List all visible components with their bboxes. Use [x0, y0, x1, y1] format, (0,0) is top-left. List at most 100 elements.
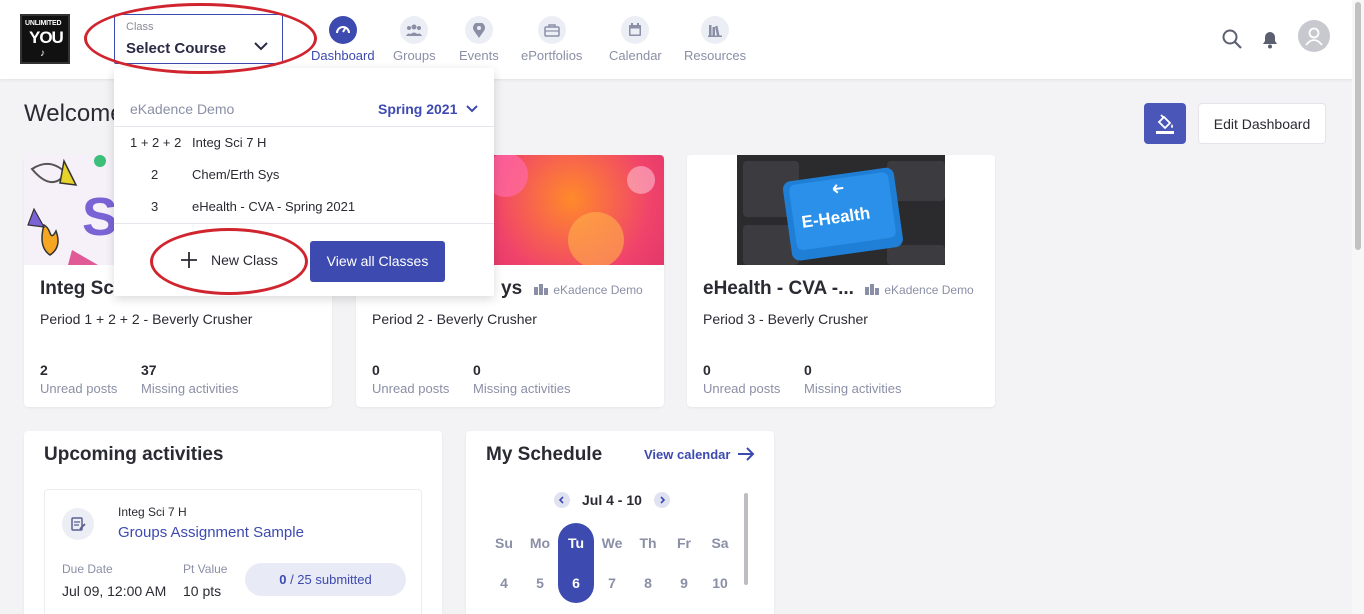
missing-activities-stat: 0 Missing activities — [804, 362, 902, 396]
page-title: Welcome — [24, 100, 124, 127]
class-option[interactable]: 3 eHealth - CVA - Spring 2021 — [114, 192, 494, 222]
unread-posts-stat: 2 Unread posts — [40, 362, 117, 396]
day-name: Sa — [711, 535, 729, 551]
divider — [114, 126, 494, 127]
paint-bucket-icon — [1156, 113, 1174, 134]
day-column[interactable]: Fr 9 — [666, 523, 702, 593]
avatar[interactable] — [1298, 20, 1330, 52]
chevron-right-icon — [660, 496, 666, 504]
logo-line-3: ♪ — [40, 48, 45, 59]
org-label: eKadence Demo — [553, 283, 643, 297]
stat-value: 0 — [473, 362, 481, 378]
term-select[interactable]: Spring 2021 — [378, 101, 457, 117]
view-calendar-link[interactable]: View calendar — [644, 447, 730, 462]
class-option-name: Integ Sci 7 H — [192, 135, 267, 150]
day-name: We — [601, 535, 623, 551]
class-card-title[interactable]: Integ Sc — [40, 278, 114, 300]
due-date-label: Due Date — [62, 562, 113, 576]
app-logo[interactable]: UNLIMITED YOU ♪ — [20, 14, 70, 64]
class-card-org: eKadence Demo — [534, 283, 643, 297]
day-name: Su — [495, 535, 513, 551]
stat-value: 0 — [703, 362, 711, 378]
map-pin-icon — [464, 16, 493, 44]
chevron-down-icon[interactable] — [466, 104, 478, 113]
day-column[interactable]: We 7 — [594, 523, 630, 593]
briefcase-icon — [537, 16, 566, 44]
arrow-right-icon[interactable] — [736, 445, 756, 463]
logo-line-1: UNLIMITED — [25, 20, 62, 27]
submitted-total: / 25 submitted — [286, 572, 372, 587]
page-scrollbar[interactable] — [1352, 0, 1364, 614]
class-card-image: E-Health — [687, 155, 995, 265]
scrollbar-thumb[interactable] — [1355, 2, 1361, 250]
nav-label: Calendar — [609, 48, 662, 63]
class-card[interactable]: E-Health eHealth - CVA -... eKadence Dem… — [687, 155, 995, 407]
activity-title-link[interactable]: Groups Assignment Sample — [118, 524, 304, 541]
svg-text:S: S — [82, 187, 118, 247]
nav-dashboard[interactable]: Dashboard — [311, 16, 375, 63]
annotation-circle — [84, 3, 317, 74]
nav-label: Resources — [684, 48, 747, 63]
previous-week-button[interactable] — [554, 492, 570, 508]
nav-calendar[interactable]: Calendar — [609, 16, 662, 63]
class-option[interactable]: 2 Chem/Erth Sys — [114, 160, 494, 190]
missing-activities-stat: 0 Missing activities — [473, 362, 571, 396]
day-name: Fr — [677, 535, 691, 551]
stat-value: 0 — [372, 362, 380, 378]
day-column-selected[interactable]: Tu 6 — [558, 523, 594, 603]
class-option[interactable]: 1 + 2 + 2 Integ Sci 7 H — [114, 128, 494, 158]
class-card-org: eKadence Demo — [865, 283, 974, 297]
nav-label: Groups — [393, 48, 436, 63]
class-card-period: Period 3 - Beverly Crusher — [703, 311, 868, 327]
activity-class: Integ Sci 7 H — [118, 505, 187, 519]
nav-label: Dashboard — [311, 48, 375, 63]
submission-status-badge[interactable]: 0 / 25 submitted — [245, 563, 406, 596]
activity-card[interactable]: Integ Sci 7 H Groups Assignment Sample D… — [44, 489, 422, 614]
day-column[interactable]: Th 8 — [630, 523, 666, 593]
nav-events[interactable]: Events — [459, 16, 499, 63]
day-column[interactable]: Sa 10 — [702, 523, 738, 593]
edit-dashboard-button[interactable]: Edit Dashboard — [1198, 103, 1326, 144]
nav-groups[interactable]: Groups — [393, 16, 436, 63]
search-icon[interactable] — [1221, 28, 1243, 50]
pt-value-label: Pt Value — [183, 562, 228, 576]
view-all-classes-button[interactable]: View all Classes — [310, 241, 445, 282]
customize-theme-button[interactable] — [1144, 103, 1186, 144]
bell-icon[interactable] — [1259, 28, 1281, 50]
stat-label: Unread posts — [372, 381, 450, 396]
next-week-button[interactable] — [654, 492, 670, 508]
stat-label: Unread posts — [703, 381, 781, 396]
class-option-period: 2 — [151, 167, 159, 182]
stat-value: 0 — [804, 362, 812, 378]
day-column[interactable]: Mo 5 — [522, 523, 558, 593]
logo-line-2: YOU — [29, 28, 64, 47]
day-name: Th — [639, 535, 657, 551]
day-date: 9 — [680, 575, 688, 591]
class-card-title[interactable]: ys — [501, 278, 522, 300]
day-name: Mo — [529, 535, 551, 551]
unread-posts-stat: 0 Unread posts — [372, 362, 449, 396]
nav-resources[interactable]: Resources — [684, 16, 746, 63]
gauge-icon — [328, 16, 357, 44]
class-option-period: 3 — [151, 199, 159, 214]
due-date-value: Jul 09, 12:00 AM — [62, 583, 167, 599]
class-option-name: Chem/Erth Sys — [192, 167, 280, 182]
schedule-scrollbar[interactable] — [744, 493, 748, 585]
class-option-name: eHealth - CVA - Spring 2021 — [192, 199, 356, 214]
pt-value: 10 pts — [183, 583, 222, 599]
chevron-left-icon — [558, 496, 564, 504]
day-column[interactable]: Su 4 — [486, 523, 522, 593]
assignment-icon — [62, 508, 94, 540]
divider — [114, 223, 494, 224]
nav-eportfolios[interactable]: ePortfolios — [521, 16, 582, 63]
week-range: Jul 4 - 10 — [582, 492, 642, 508]
day-name: Tu — [567, 535, 585, 551]
week-navigator: Jul 4 - 10 — [552, 491, 672, 509]
day-date: 8 — [644, 575, 652, 591]
stat-label: Unread posts — [40, 381, 118, 396]
class-option-period: 1 + 2 + 2 — [130, 135, 182, 150]
class-card-title[interactable]: eHealth - CVA -... — [703, 278, 854, 300]
upcoming-activities-panel: Upcoming activities Integ Sci 7 H Groups… — [24, 431, 442, 614]
user-icon — [1305, 27, 1323, 46]
nav-label: Events — [459, 48, 499, 63]
